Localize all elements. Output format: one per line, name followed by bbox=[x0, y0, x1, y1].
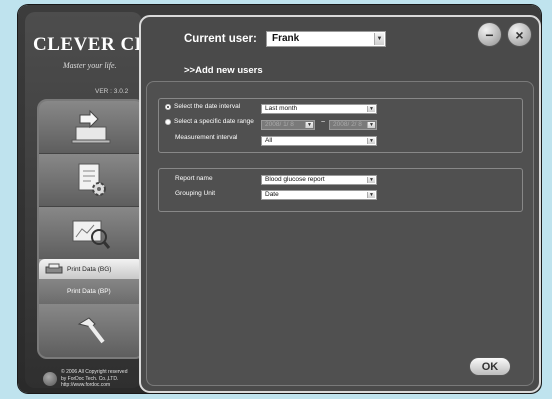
measurement-value: All bbox=[265, 137, 273, 144]
nav-settings-button[interactable] bbox=[39, 154, 143, 207]
date-interval-select[interactable]: Last month ▼ bbox=[261, 104, 377, 114]
current-user-select[interactable]: Frank ▼ bbox=[266, 31, 386, 47]
chevron-down-icon: ▼ bbox=[367, 106, 375, 112]
copyright-line-3: http://www.fordoc.com bbox=[61, 382, 111, 388]
chevron-down-icon: ▼ bbox=[367, 177, 375, 183]
print-data-bg-label: Print Data (BG) bbox=[67, 265, 112, 273]
report-name-select[interactable]: Blood glucose report ▼ bbox=[261, 175, 377, 185]
range-from-date[interactable]: 2008/ 1/ 8 ▼ bbox=[261, 120, 315, 130]
printer-icon bbox=[45, 263, 63, 274]
copyright: © 2006 All Copyright reserved by ForDoc … bbox=[43, 369, 139, 389]
range-to-value: 2008/ 2/ 8 bbox=[333, 121, 362, 128]
date-interval-value: Last month bbox=[265, 105, 298, 112]
range-from-value: 2008/ 1/ 8 bbox=[265, 121, 294, 128]
hammer-icon bbox=[77, 316, 105, 343]
globe-icon bbox=[43, 371, 57, 386]
computer-download-icon bbox=[71, 109, 111, 144]
date-range-row[interactable]: Select a specific date range bbox=[165, 118, 254, 125]
logo-initial: C bbox=[33, 34, 48, 55]
main-panel: Current user: Frank ▼ >>Add new users − … bbox=[139, 15, 541, 393]
nav-tools-button[interactable] bbox=[39, 304, 143, 357]
print-data-bp-item[interactable]: Print Data (BP) bbox=[39, 281, 143, 301]
range-to-date[interactable]: 2008/ 2/ 8 ▼ bbox=[329, 120, 377, 130]
content-area: Select the date interval Last month ▼ Se… bbox=[146, 81, 534, 386]
ok-button[interactable]: OK bbox=[469, 357, 511, 376]
date-interval-label: Select the date interval bbox=[174, 103, 241, 110]
measurement-row: Measurement interval bbox=[175, 134, 238, 141]
nav-search-button[interactable] bbox=[39, 207, 143, 260]
tagline: Master your life. bbox=[63, 61, 117, 70]
print-submenu: Print Data (BG) Print Data (BP) bbox=[39, 259, 143, 303]
nav-column: Print Data (BG) Print Data (BP) bbox=[37, 99, 145, 359]
document-gear-icon bbox=[78, 163, 106, 196]
date-range-label: Select a specific date range bbox=[174, 118, 254, 125]
report-name-label: Report name bbox=[175, 175, 213, 182]
minimize-icon: − bbox=[485, 26, 494, 43]
left-panel: CLEVER CHEK® Master your life. VER : 3.0… bbox=[25, 12, 184, 389]
report-name-value: Blood glucose report bbox=[265, 176, 325, 183]
nav-transfer-button[interactable] bbox=[39, 101, 143, 154]
report-group: Report name Blood glucose report ▼ Group… bbox=[158, 168, 523, 212]
date-interval-radio[interactable] bbox=[165, 103, 171, 110]
range-separator: ~ bbox=[321, 119, 326, 126]
chart-magnifier-icon bbox=[72, 220, 111, 249]
print-data-bg-item[interactable]: Print Data (BG) bbox=[39, 259, 143, 279]
chevron-down-icon: ▼ bbox=[367, 122, 375, 128]
chevron-down-icon: ▼ bbox=[367, 192, 375, 198]
ok-label: OK bbox=[481, 360, 499, 373]
date-interval-row[interactable]: Select the date interval bbox=[165, 103, 240, 110]
close-icon: × bbox=[515, 26, 524, 43]
app-window: CLEVER CHEK® Master your life. VER : 3.0… bbox=[18, 5, 541, 393]
chevron-down-icon: ▼ bbox=[367, 138, 375, 144]
report-name-row: Report name bbox=[175, 175, 213, 182]
current-user-value: Frank bbox=[272, 33, 300, 44]
chevron-down-icon: ▼ bbox=[374, 33, 384, 45]
date-filter-group: Select the date interval Last month ▼ Se… bbox=[158, 98, 523, 153]
measurement-select[interactable]: All ▼ bbox=[261, 136, 377, 146]
add-new-users-link[interactable]: >>Add new users bbox=[184, 65, 263, 76]
print-data-bp-label: Print Data (BP) bbox=[67, 287, 111, 295]
minimize-button[interactable]: − bbox=[477, 22, 502, 47]
close-button[interactable]: × bbox=[507, 22, 532, 47]
current-user-label: Current user: bbox=[184, 33, 257, 45]
grouping-row: Grouping Unit bbox=[175, 190, 215, 197]
version-label: VER : 3.0.2 bbox=[95, 88, 129, 95]
measurement-label: Measurement interval bbox=[175, 134, 238, 141]
chevron-down-icon: ▼ bbox=[305, 122, 313, 128]
grouping-select[interactable]: Date ▼ bbox=[261, 190, 377, 200]
grouping-value: Date bbox=[265, 191, 279, 198]
date-range-radio[interactable] bbox=[165, 118, 171, 125]
grouping-label: Grouping Unit bbox=[175, 190, 216, 197]
